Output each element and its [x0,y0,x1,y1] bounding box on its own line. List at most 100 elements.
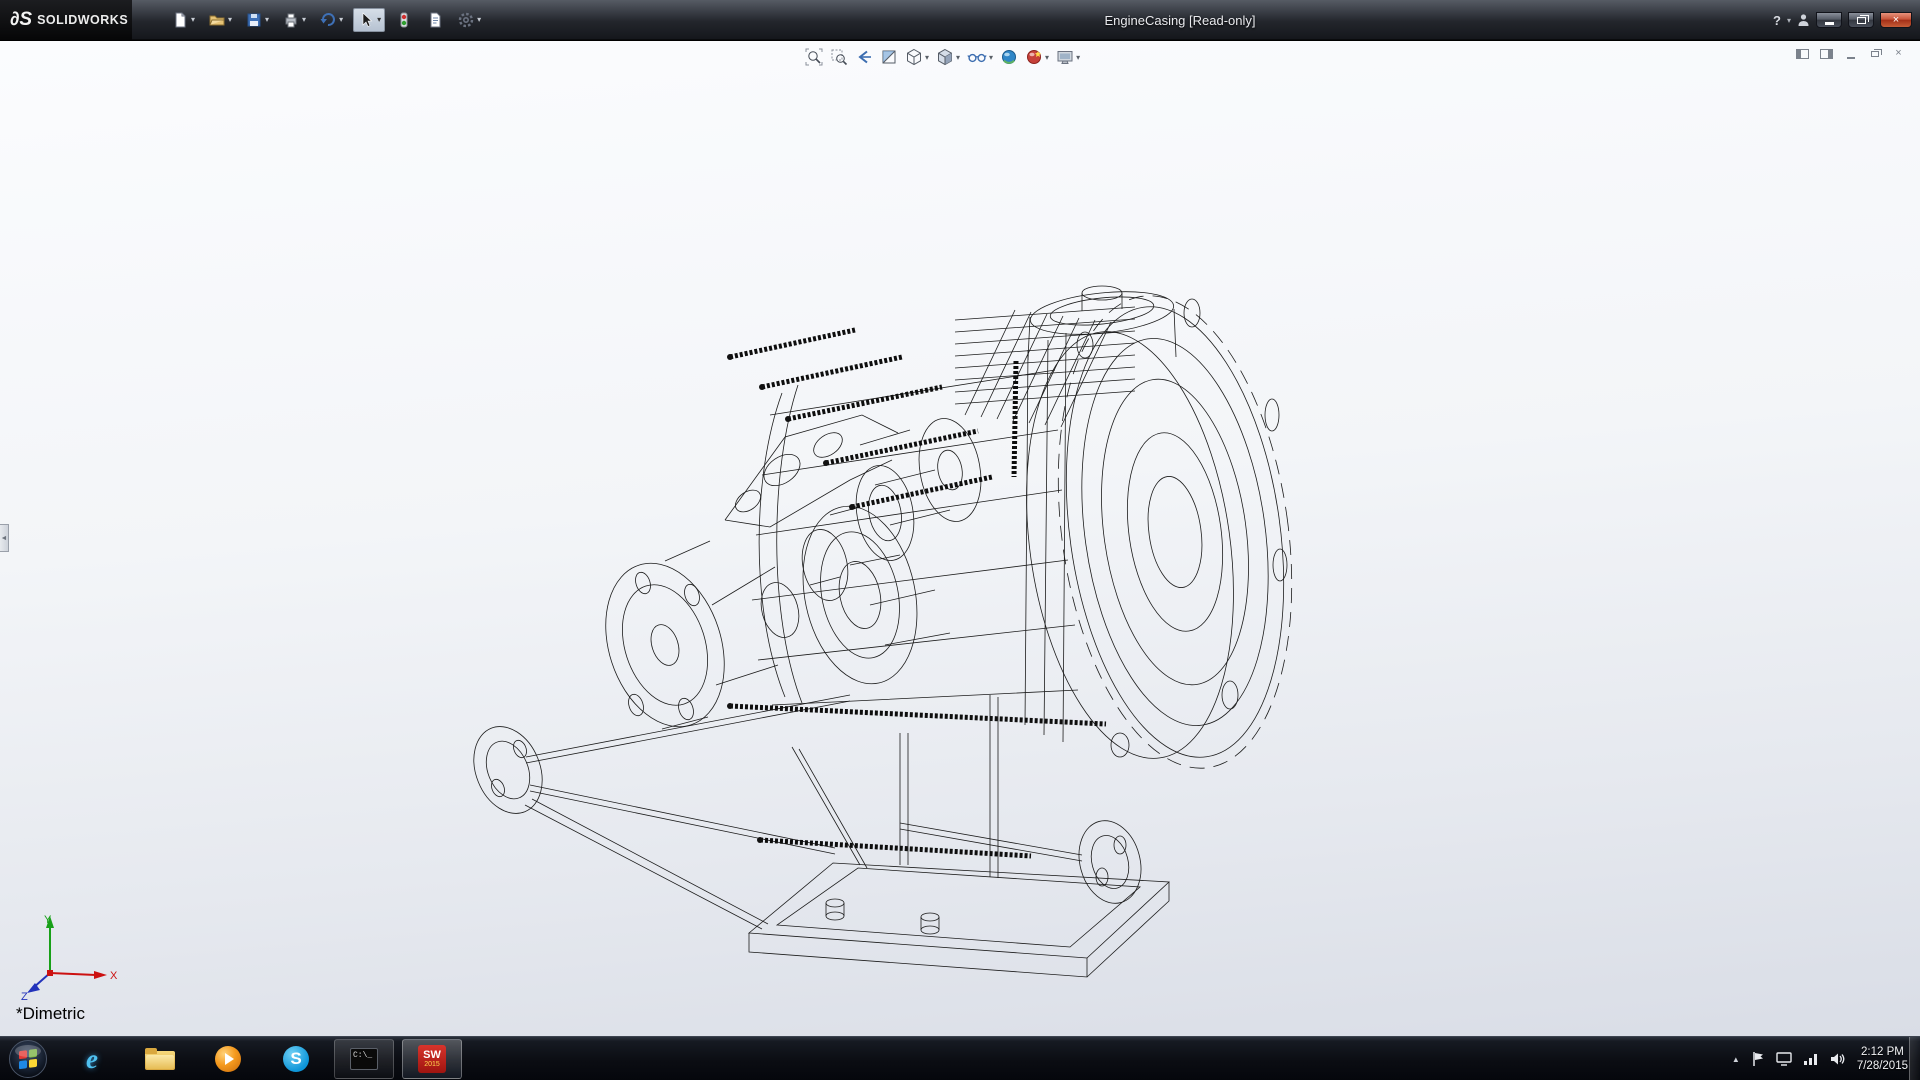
apply-scene-dropdown-icon[interactable]: ▾ [1045,53,1049,62]
undo-dropdown-arrow-icon[interactable]: ▾ [339,16,343,24]
save-floppy-icon [245,11,263,29]
taskbar-file-explorer[interactable] [130,1039,190,1079]
clock-date: 7/28/2015 [1857,1059,1908,1073]
open-folder-icon [208,11,226,29]
options-gear-icon [457,11,475,29]
feature-manager-collapse-tab[interactable]: ◄ [0,524,9,552]
doc-minimize-icon [1847,57,1855,59]
hide-show-dropdown-icon[interactable]: ▾ [989,53,993,62]
save-button[interactable]: ▾ [242,9,272,31]
solidworks-menu-button[interactable]: ∂S SOLIDWORKS [0,0,132,40]
apply-scene-button[interactable]: ▾ [1025,48,1049,66]
view-settings-dropdown-icon[interactable]: ▾ [1076,53,1080,62]
new-dropdown-arrow-icon[interactable]: ▾ [191,16,195,24]
print-dropdown-arrow-icon[interactable]: ▾ [302,16,306,24]
new-document-button[interactable]: ▾ [168,9,198,31]
view-orientation-dropdown-icon[interactable]: ▾ [925,53,929,62]
login-icon[interactable] [1797,13,1810,27]
rebuild-icon [395,11,413,29]
zoom-to-fit-button[interactable] [805,48,823,66]
taskbar-internet-explorer[interactable]: e [62,1039,122,1079]
open-button[interactable]: ▾ [205,9,235,31]
title-bar: ∂S SOLIDWORKS ▾ ▾ ▾ ▾ ▾ [0,0,1920,40]
undo-button[interactable]: ▾ [316,9,346,31]
minimize-icon [1825,22,1834,25]
section-view-icon [880,48,898,66]
titlebar-right-controls: ? ▾ × [1773,0,1912,40]
headsup-view-toolbar: ▾ ▾ ▾ ▾ ▾ [805,45,1080,69]
show-desktop-button[interactable] [1909,1037,1920,1080]
hidden-icons-chevron[interactable]: ▲ [1732,1055,1740,1064]
skype-icon: S [283,1046,309,1072]
taskbar-clock[interactable]: 2:12 PM 7/28/2015 [1857,1045,1908,1073]
close-icon: × [1893,15,1899,26]
engine-casing-wireframe-model[interactable] [430,265,1310,985]
graphics-viewport[interactable]: ▾ ▾ ▾ ▾ ▾ [0,41,1920,1036]
print-button[interactable]: ▾ [279,9,309,31]
document-window-controls: × [1795,47,1906,60]
feature-pane-button[interactable] [1795,47,1810,60]
display-style-button[interactable]: ▾ [936,48,960,66]
zoom-to-fit-icon [805,48,823,66]
save-dropdown-arrow-icon[interactable]: ▾ [265,16,269,24]
restore-icon [1857,17,1866,24]
view-settings-icon [1056,48,1074,66]
options-dropdown-arrow-icon[interactable]: ▾ [477,16,481,24]
hide-show-glasses-icon [967,48,987,66]
hide-show-items-button[interactable]: ▾ [967,48,993,66]
display-icon[interactable] [1776,1052,1792,1066]
main-toolbar: ▾ ▾ ▾ ▾ ▾ ▾ [168,5,484,35]
section-view-button[interactable] [880,48,898,66]
volume-icon[interactable] [1830,1052,1846,1066]
select-dropdown-arrow-icon[interactable]: ▾ [377,16,381,24]
window-title: EngineCasing [Read-only] [700,0,1660,40]
previous-view-button[interactable] [855,48,873,66]
help-button[interactable]: ? [1773,13,1781,28]
action-center-flag-icon[interactable] [1751,1051,1765,1067]
select-button[interactable]: ▾ [353,8,385,32]
zoom-to-area-button[interactable] [830,48,848,66]
open-dropdown-arrow-icon[interactable]: ▾ [228,16,232,24]
options-button[interactable]: ▾ [454,9,484,31]
file-explorer-icon [145,1048,175,1070]
network-icon[interactable] [1803,1052,1819,1066]
command-prompt-icon: C:\_ [350,1048,378,1070]
taskbar-media-player[interactable] [198,1039,258,1079]
view-orientation-label: *Dimetric [16,1004,85,1024]
edit-appearance-ball-icon [1000,48,1018,66]
select-cursor-icon [357,11,375,29]
display-pane-button[interactable] [1819,47,1834,60]
undo-icon [319,11,337,29]
view-orientation-cube-icon [905,48,923,66]
doc-close-icon: × [1895,48,1901,59]
restore-button[interactable] [1848,12,1874,28]
y-axis-label: Y [44,914,52,926]
clock-time: 2:12 PM [1857,1045,1908,1059]
doc-restore-button[interactable] [1867,47,1882,60]
doc-minimize-button[interactable] [1843,47,1858,60]
view-settings-button[interactable]: ▾ [1056,48,1080,66]
taskbar-solidworks[interactable]: SW 2015 [402,1039,462,1079]
reference-triad: Y X Z [20,911,120,1001]
taskbar-command-prompt[interactable]: C:\_ [334,1039,394,1079]
previous-view-icon [855,48,873,66]
view-orientation-button[interactable]: ▾ [905,48,929,66]
minimize-button[interactable] [1816,12,1842,28]
doc-close-button[interactable]: × [1891,47,1906,60]
apply-scene-ball-icon [1025,48,1043,66]
pane-right-icon [1820,49,1833,59]
collapse-arrow-icon: ◄ [1,535,8,542]
x-axis-label: X [110,970,118,982]
rebuild-button[interactable] [392,9,416,31]
solidworks-logo-icon: ∂S [10,9,32,31]
zoom-to-area-icon [830,48,848,66]
taskbar-items: e S C:\_ SW 2015 [62,1037,462,1080]
display-style-dropdown-icon[interactable]: ▾ [956,53,960,62]
windows-taskbar: e S C:\_ SW 2015 ▲ [0,1036,1920,1080]
file-properties-button[interactable] [423,9,447,31]
help-dropdown-arrow-icon[interactable]: ▾ [1787,16,1791,25]
taskbar-skype[interactable]: S [266,1039,326,1079]
close-button[interactable]: × [1880,12,1912,28]
edit-appearance-button[interactable] [1000,48,1018,66]
start-button[interactable] [8,1039,48,1079]
